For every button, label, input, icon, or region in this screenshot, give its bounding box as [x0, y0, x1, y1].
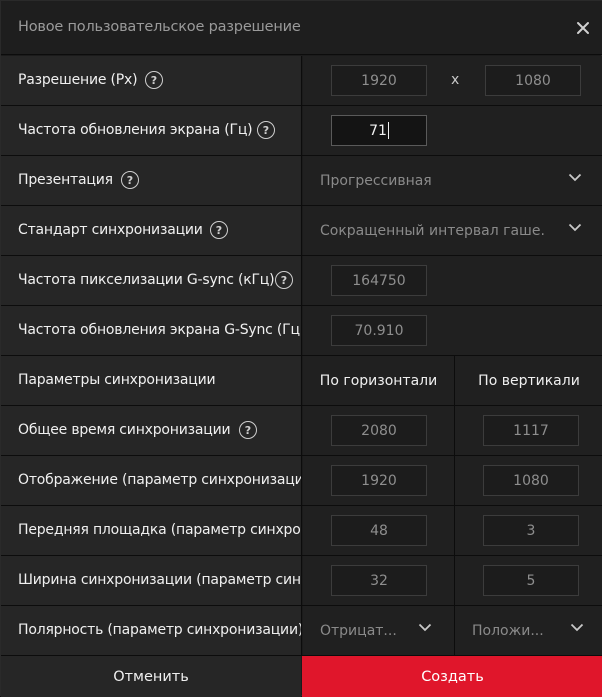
- total-timing-label: Общее время синхронизации: [18, 422, 231, 438]
- text-caret: [387, 122, 389, 139]
- front-porch-label: Передняя площадка (параметр синхронизаци…: [18, 522, 301, 538]
- chevron-down-icon: [418, 623, 432, 632]
- chevron-down-icon: [568, 173, 582, 182]
- front-porch-horizontal-input[interactable]: 48: [331, 515, 427, 546]
- resolution-separator: x: [451, 72, 460, 88]
- row-pixel-clock: Частота пикселизации G-sync (кГц) ? 1647…: [1, 256, 602, 306]
- help-icon[interactable]: ?: [210, 221, 228, 239]
- row-gsync-refresh: Частота обновления экрана G-Sync (Гц) 70…: [1, 306, 602, 356]
- create-button[interactable]: Создать: [302, 656, 602, 697]
- row-total-timing: Общее время синхронизации ? 2080 1117: [1, 406, 602, 456]
- timing-standard-dropdown[interactable]: Сокращенный интервал гаше...: [320, 206, 590, 255]
- sync-width-horizontal-input[interactable]: 32: [331, 565, 427, 596]
- refresh-rate-label: Частота обновления экрана (Гц): [18, 122, 253, 138]
- display-horizontal-input[interactable]: 1920: [331, 465, 427, 496]
- presentation-value: Прогрессивная: [320, 172, 432, 189]
- dialog-titlebar: Новое пользовательское разрешение: [1, 1, 602, 55]
- help-icon[interactable]: ?: [275, 271, 293, 289]
- dialog-title: Новое пользовательское разрешение: [18, 19, 301, 35]
- cancel-button[interactable]: Отменить: [1, 656, 301, 697]
- resolution-height-input[interactable]: 1080: [485, 65, 581, 96]
- vertical-column-header: По вертикали: [478, 372, 580, 389]
- timing-standard-label: Стандарт синхронизации: [18, 222, 203, 238]
- row-timing-standard: Стандарт синхронизации ? Сокращенный инт…: [1, 206, 602, 256]
- refresh-rate-input[interactable]: 71: [331, 115, 427, 146]
- horizontal-column-header: По горизонтали: [319, 372, 438, 389]
- display-vertical-input[interactable]: 1080: [483, 465, 579, 496]
- chevron-down-icon: [568, 223, 582, 232]
- help-icon[interactable]: ?: [121, 171, 139, 189]
- presentation-label: Презентация: [18, 172, 113, 188]
- polarity-vertical-value: Положи...: [472, 622, 544, 639]
- refresh-rate-value: 71: [369, 122, 387, 139]
- resolution-label: Разрешение (Px): [18, 72, 138, 88]
- row-polarity: Полярность (параметр синхронизации) Отри…: [1, 606, 602, 656]
- help-icon[interactable]: ?: [145, 71, 163, 89]
- front-porch-vertical-input[interactable]: 3: [483, 515, 579, 546]
- polarity-label: Полярность (параметр синхронизации): [18, 622, 302, 638]
- display-label: Отображение (параметр синхронизации): [18, 472, 302, 488]
- row-sync-width: Ширина синхронизации (параметр синхрониз…: [1, 556, 602, 606]
- help-icon[interactable]: ?: [239, 421, 257, 439]
- total-vertical-input[interactable]: 1117: [483, 415, 579, 446]
- close-icon[interactable]: [572, 17, 594, 39]
- help-icon[interactable]: ?: [257, 121, 275, 139]
- polarity-horizontal-value: Отрицат...: [320, 622, 397, 639]
- custom-resolution-dialog: Новое пользовательское разрешение Разреш…: [0, 0, 602, 697]
- row-resolution: Разрешение (Px) ? 1920 x 1080: [1, 56, 602, 106]
- total-horizontal-input[interactable]: 2080: [331, 415, 427, 446]
- polarity-horizontal-dropdown[interactable]: Отрицат...: [320, 606, 444, 655]
- resolution-width-input[interactable]: 1920: [331, 65, 427, 96]
- row-timing-params-header: Параметры синхронизации По горизонтали П…: [1, 356, 602, 406]
- pixel-clock-label: Частота пикселизации G-sync (кГц): [18, 272, 275, 288]
- row-presentation: Презентация ? Прогрессивная: [1, 156, 602, 206]
- sync-width-label: Ширина синхронизации (параметр синхрониз…: [18, 572, 301, 588]
- polarity-vertical-dropdown[interactable]: Положи...: [472, 606, 592, 655]
- timing-standard-value: Сокращенный интервал гаше...: [320, 222, 546, 239]
- row-front-porch: Передняя площадка (параметр синхронизаци…: [1, 506, 602, 556]
- pixel-clock-value: 164750: [331, 265, 427, 296]
- gsync-refresh-label: Частота обновления экрана G-Sync (Гц): [18, 322, 302, 338]
- presentation-dropdown[interactable]: Прогрессивная: [320, 156, 590, 205]
- sync-width-vertical-input[interactable]: 5: [483, 565, 579, 596]
- chevron-down-icon: [570, 623, 584, 632]
- gsync-refresh-value: 70.910: [331, 315, 427, 346]
- row-refresh-rate: Частота обновления экрана (Гц) ? 71: [1, 106, 602, 156]
- row-display: Отображение (параметр синхронизации) 192…: [1, 456, 602, 506]
- timing-params-label: Параметры синхронизации: [18, 372, 216, 388]
